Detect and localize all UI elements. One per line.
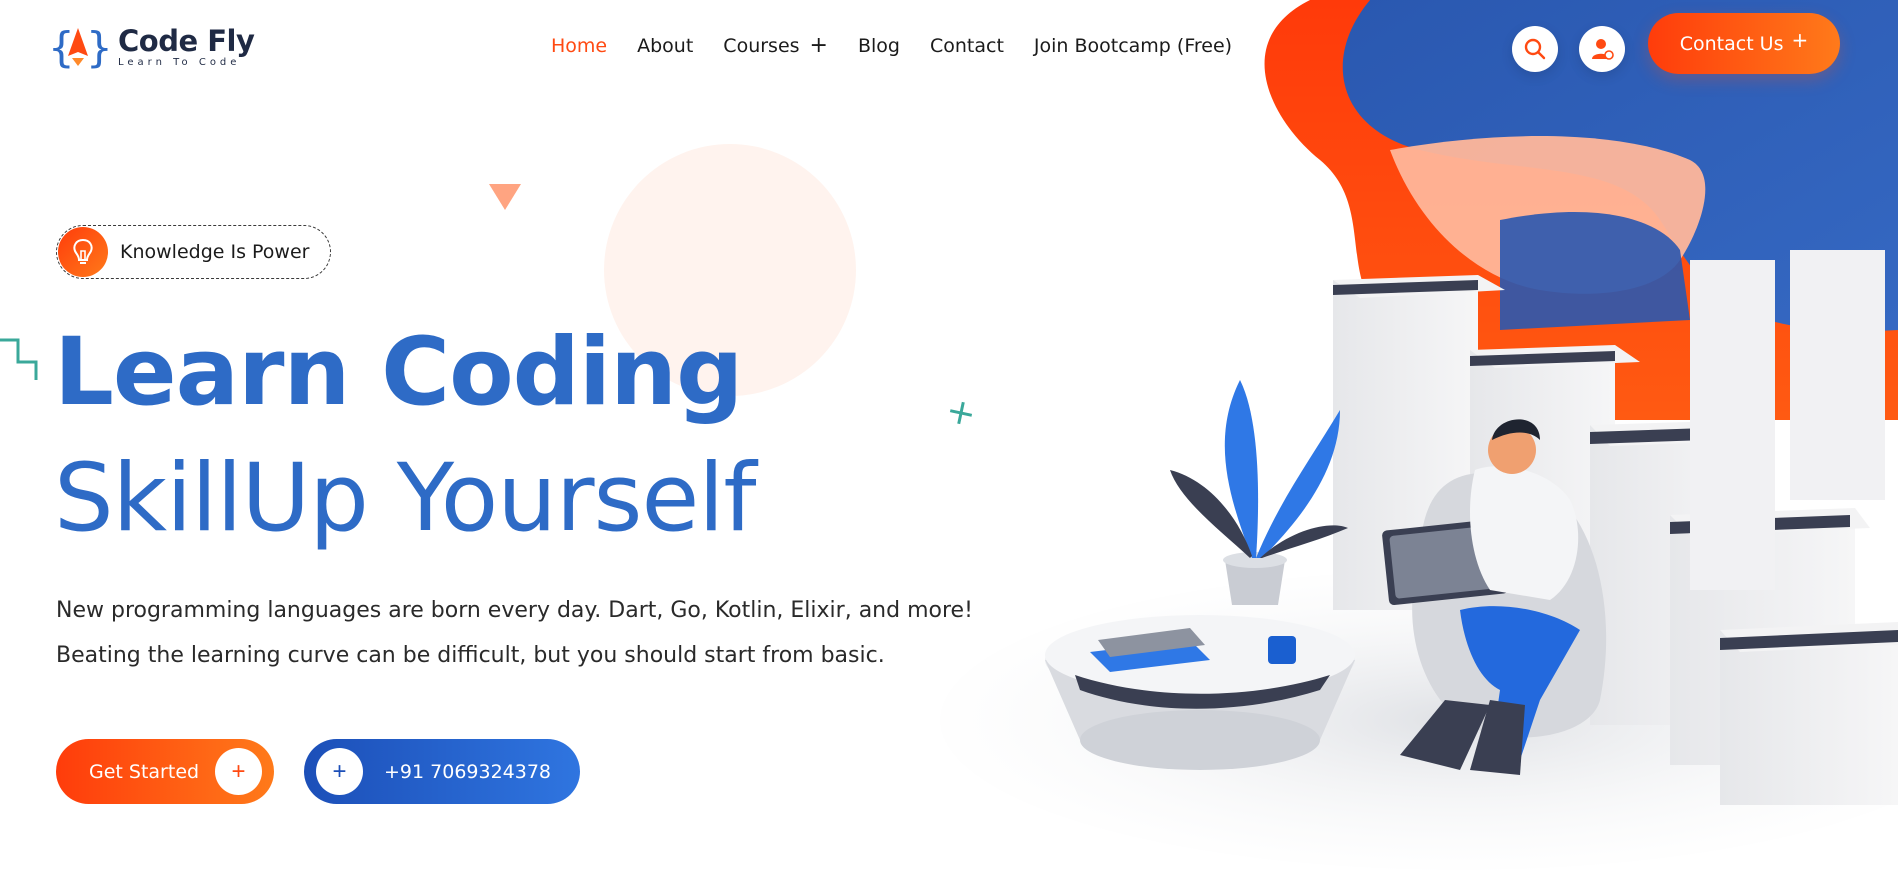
hero-subtitle: SkillUp Yourself — [54, 444, 756, 553]
get-started-label: Get Started — [89, 760, 200, 783]
phone-number: +91 7069324378 — [384, 760, 552, 783]
nav-item-contact[interactable]: Contact — [930, 35, 1004, 57]
nav-item-label: Home — [551, 35, 608, 57]
zigzag-decoration-icon — [0, 338, 38, 380]
nav-item-label: Contact — [929, 35, 1004, 57]
hero-description: New programming languages are born every… — [56, 598, 973, 668]
account-button[interactable] — [1579, 26, 1625, 72]
search-button[interactable] — [1512, 26, 1558, 72]
nav-item-label: About — [637, 35, 694, 57]
hero-title: Learn Coding — [54, 318, 743, 427]
user-icon — [1592, 39, 1614, 60]
nav-item-label: Courses — [723, 35, 800, 57]
nav-item-bootcamp[interactable]: Join Bootcamp (Free) — [1034, 35, 1232, 57]
logo-tagline: Learn To Code — [118, 56, 241, 68]
nav-item-label: Join Bootcamp (Free) — [1033, 35, 1233, 57]
nav-item-home[interactable]: Home — [551, 35, 607, 57]
plus-icon: + — [809, 33, 828, 58]
plus-icon: + — [1791, 27, 1809, 52]
contact-us-button[interactable]: Contact Us + — [1648, 13, 1840, 74]
logo-rocket-icon: { } — [48, 23, 108, 72]
contact-us-label: Contact Us — [1679, 32, 1784, 55]
badge-text: Knowledge Is Power — [120, 241, 310, 263]
site-logo[interactable]: { } Code Fly Learn To Code — [48, 22, 268, 72]
nav-item-about[interactable]: About — [637, 35, 693, 57]
logo-title: Code Fly — [118, 23, 255, 58]
triangle-decoration-icon — [489, 184, 521, 210]
plus-icon: + — [316, 748, 363, 795]
svg-text:{: { — [48, 23, 75, 72]
cross-decoration-icon — [949, 401, 973, 425]
hero-illustration — [940, 0, 1898, 870]
hero-badge: Knowledge Is Power — [56, 225, 331, 279]
search-icon — [1524, 38, 1546, 60]
lightbulb-icon — [58, 227, 108, 277]
nav-item-label: Blog — [857, 35, 900, 57]
get-started-button[interactable]: Get Started + — [56, 739, 274, 804]
main-nav: Home About Courses + Blog Contact Join Bo… — [551, 33, 1262, 59]
svg-text:}: } — [86, 23, 108, 72]
nav-item-courses[interactable]: Courses + — [723, 33, 828, 58]
nav-item-blog[interactable]: Blog — [858, 35, 900, 57]
phone-button[interactable]: + +91 7069324378 — [304, 739, 580, 804]
plus-icon: + — [215, 748, 262, 795]
